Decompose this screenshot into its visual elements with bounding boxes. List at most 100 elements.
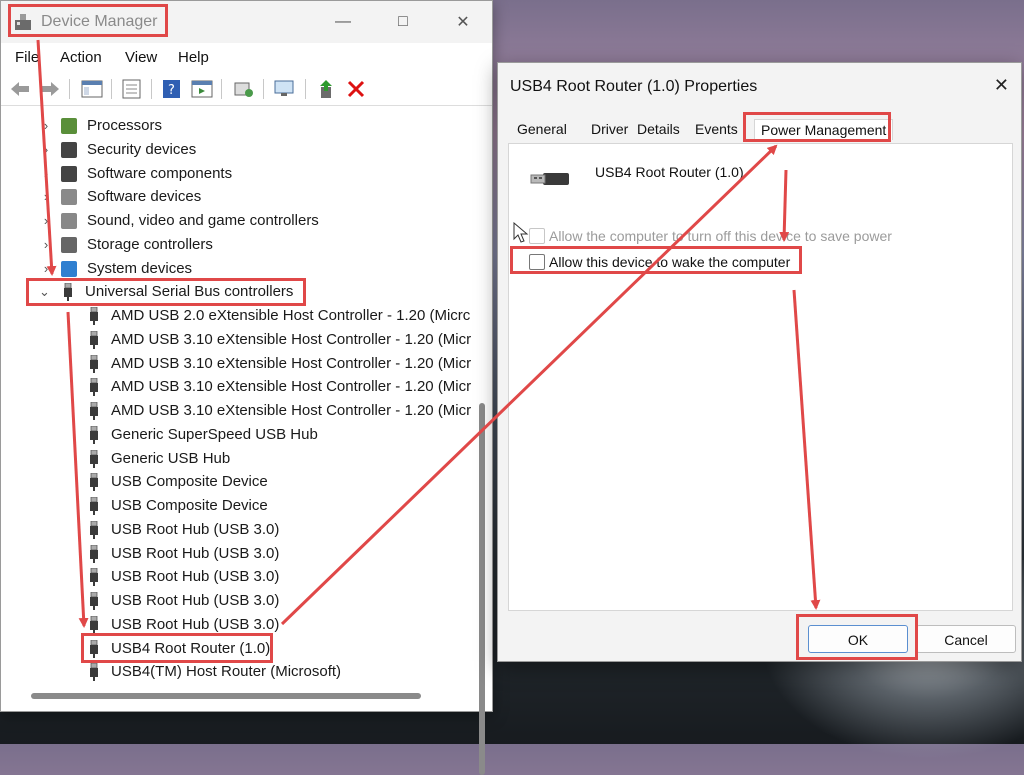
monitor-icon[interactable] [273, 79, 295, 99]
tree-item-usb[interactable]: USB Root Hub (USB 3.0) [1, 590, 471, 612]
tree-item-usb[interactable]: USB Root Hub (USB 3.0) [1, 614, 471, 636]
chevron-down-icon[interactable]: ⌄ [39, 281, 50, 303]
tree-item-label: AMD USB 3.10 eXtensible Host Controller … [111, 354, 471, 372]
tree-item-usb[interactable]: USB Root Hub (USB 3.0) [1, 566, 471, 588]
tree-item-label: Storage controllers [87, 235, 213, 253]
usb-connector-icon [530, 173, 569, 185]
chevron-right-icon[interactable]: › [41, 234, 51, 256]
usb-icon [90, 544, 98, 563]
properties-dialog: USB4 Root Router (1.0) Properties ✕ Gene… [497, 62, 1022, 662]
tree-item-usb[interactable]: AMD USB 2.0 eXtensible Host Controller -… [1, 305, 471, 327]
tree-category-usb[interactable]: ⌄ Universal Serial Bus controllers [1, 281, 471, 303]
horizontal-scrollbar[interactable] [9, 691, 479, 701]
tree-item-label: USB Composite Device [111, 497, 268, 514]
tree-item-usb[interactable]: USB4(TM) Host Router (Microsoft) [1, 661, 471, 683]
forward-icon[interactable] [39, 79, 61, 99]
tab-events[interactable]: Events [695, 121, 738, 137]
menu-file[interactable]: File [15, 49, 39, 66]
chevron-right-icon[interactable]: › [41, 210, 51, 232]
usb-icon [90, 354, 98, 373]
tree-item-label: Sound, video and game controllers [87, 212, 319, 229]
menu-action[interactable]: Action [60, 49, 102, 66]
usb-icon [90, 425, 98, 444]
tree-item-label: USB4(TM) Host Router (Microsoft) [111, 663, 342, 681]
scrollbar-thumb[interactable] [479, 403, 485, 775]
tab-power-management[interactable]: Power Management [754, 119, 894, 140]
tree-item-label: USB Root Hub (USB 3.0) [111, 615, 280, 633]
usb-icon [90, 568, 98, 587]
chevron-right-icon[interactable]: › [41, 115, 51, 137]
tree-item-usb[interactable]: AMD USB 3.10 eXtensible Host Controller … [1, 353, 471, 375]
ok-button[interactable]: OK [808, 625, 908, 653]
tree-category[interactable]: › Software components [1, 163, 471, 185]
tree-item-label: Universal Serial Bus controllers [85, 283, 294, 301]
allow-turn-off-checkbox [529, 228, 545, 244]
usb-icon [64, 283, 72, 302]
tree-item-label: USB Root Hub (USB 3.0) [111, 568, 280, 586]
maximize-icon[interactable]: □ [383, 9, 423, 35]
tree-item-usb[interactable]: Generic USB Hub [1, 448, 471, 470]
tree-category[interactable]: › System devices [1, 258, 471, 280]
tree-item-usb[interactable]: USB Composite Device [1, 471, 471, 493]
tree-category[interactable]: › Processors [1, 115, 471, 137]
vertical-scrollbar[interactable] [477, 115, 487, 775]
tree-item-label: System devices [87, 259, 193, 277]
chevron-right-icon[interactable]: › [41, 139, 51, 161]
tree-category[interactable]: › Sound, video and game controllers [1, 210, 471, 232]
tree-item-label: Generic SuperSpeed USB Hub [111, 425, 318, 443]
tree-item-usb[interactable]: USB Root Hub (USB 3.0) [1, 543, 471, 565]
tree-item-label: USB Root Hub (USB 3.0) [111, 520, 280, 538]
tree-category[interactable]: › Security devices [1, 139, 471, 161]
chevron-right-icon[interactable]: › [41, 186, 51, 208]
window-title: Device Manager [41, 13, 158, 30]
usb-icon [90, 520, 98, 539]
menu-bar: File Action View Help [1, 45, 492, 71]
tree-item-usb[interactable]: Generic SuperSpeed USB Hub [1, 424, 471, 446]
tree-item-label: USB Root Hub (USB 3.0) [111, 592, 280, 609]
tab-general[interactable]: General [517, 121, 567, 137]
tab-details[interactable]: Details [637, 121, 680, 137]
tree-item-usb[interactable]: AMD USB 3.10 eXtensible Host Controller … [1, 329, 471, 351]
title-bar: Device Manager — □ ✕ [1, 1, 492, 43]
software-component-icon [61, 165, 77, 182]
usb-icon [90, 663, 98, 682]
scan-hardware-icon[interactable] [233, 79, 255, 99]
tree-item-label: Security devices [87, 140, 197, 158]
minimize-icon[interactable]: — [323, 9, 363, 35]
close-icon[interactable]: ✕ [994, 75, 1009, 96]
usb-icon [90, 615, 98, 634]
allow-turn-off-label: Allow the computer to turn off this devi… [549, 228, 892, 244]
tree-item-label: USB4 Root Router (1.0) [111, 639, 271, 657]
tree-item-usb[interactable]: AMD USB 3.10 eXtensible Host Controller … [1, 400, 471, 422]
allow-wake-label[interactable]: Allow this device to wake the computer [549, 254, 790, 270]
update-driver-icon[interactable] [315, 79, 337, 99]
chevron-right-icon[interactable]: › [41, 163, 51, 185]
tab-driver[interactable]: Driver [591, 121, 628, 137]
back-icon[interactable] [9, 79, 31, 99]
uninstall-device-icon[interactable] [345, 79, 367, 99]
menu-view[interactable]: View [125, 49, 157, 66]
device-manager-window: Device Manager — □ ✕ File Action View He… [0, 0, 493, 775]
properties-icon[interactable] [121, 79, 143, 99]
help-icon[interactable]: ? [161, 79, 183, 99]
tree-item-usb[interactable]: AMD USB 3.10 eXtensible Host Controller … [1, 376, 471, 398]
tree-category[interactable]: › Software devices [1, 186, 471, 208]
usb-icon [90, 473, 98, 492]
chevron-right-icon[interactable]: › [41, 258, 51, 280]
scrollbar-thumb[interactable] [31, 693, 421, 699]
tree-category[interactable]: › Storage controllers [1, 234, 471, 256]
storage-controller-icon [61, 236, 77, 253]
tree-item-label: Processors [87, 117, 163, 134]
mouse-pointer-icon [513, 222, 529, 243]
tree-item-usb[interactable]: USB Composite Device [1, 495, 471, 517]
cancel-button[interactable]: Cancel [916, 625, 1016, 653]
show-hide-console-tree-icon[interactable] [81, 79, 103, 99]
close-icon[interactable]: ✕ [443, 9, 483, 35]
tree-item-label: USB Root Hub (USB 3.0) [111, 544, 280, 562]
allow-wake-checkbox[interactable] [529, 254, 545, 270]
tree-item-usb[interactable]: USB Root Hub (USB 3.0) [1, 519, 471, 541]
action-pane-icon[interactable] [191, 79, 213, 99]
menu-help[interactable]: Help [178, 49, 209, 66]
tree-item-label: Generic USB Hub [111, 449, 231, 467]
tree-item-usb[interactable]: USB4 Root Router (1.0) [1, 638, 471, 660]
